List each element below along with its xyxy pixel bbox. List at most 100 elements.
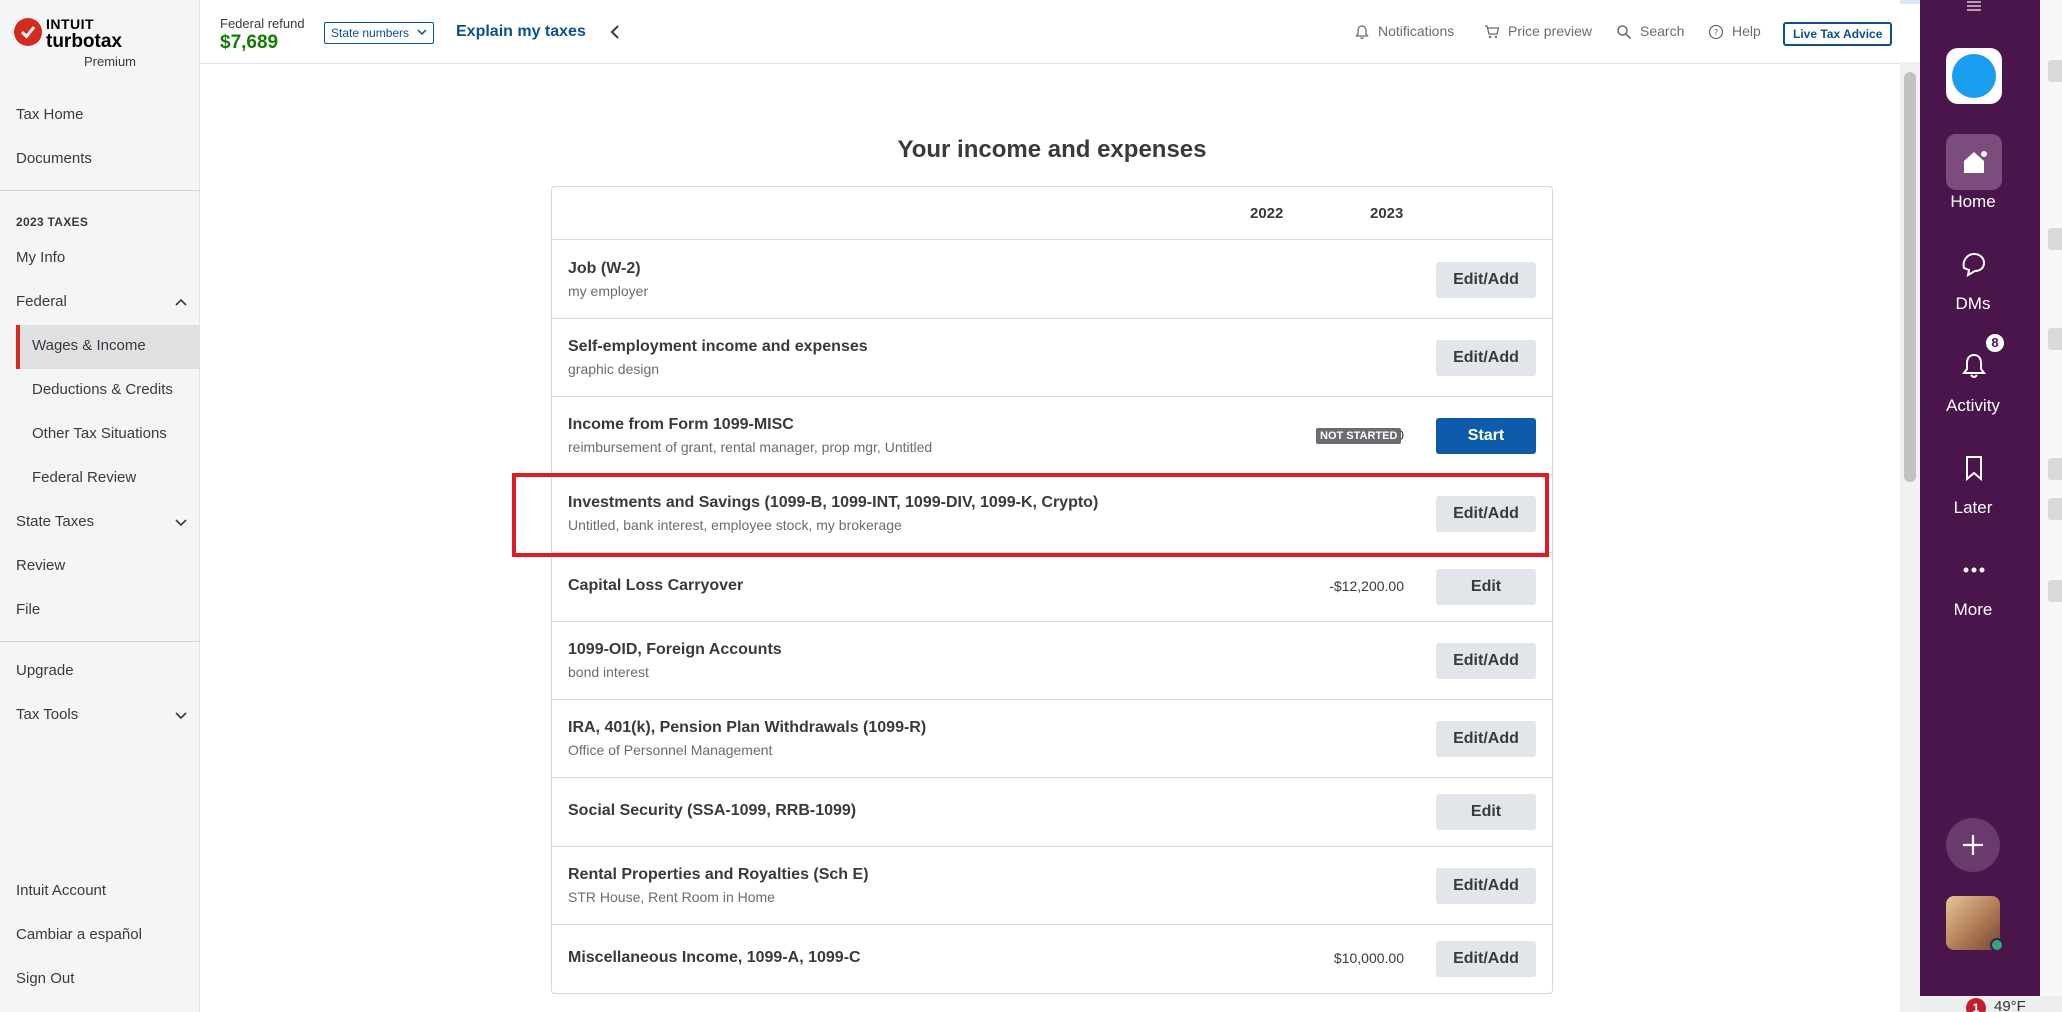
dms-label[interactable]: DMs (1932, 294, 2014, 314)
table-row-social-security: Social Security (SSA-1099, RRB-1099) $2,… (552, 778, 1552, 847)
chevron-down-icon (417, 29, 427, 36)
nav-documents[interactable]: Documents (16, 150, 92, 167)
more-label[interactable]: More (1932, 600, 2014, 620)
logo-intuit-text: INTUIT (46, 16, 95, 32)
nav-divider (0, 641, 200, 642)
explain-my-taxes-link[interactable]: Explain my taxes (456, 23, 586, 41)
table-row-1099-oid: 1099-OID, Foreign Accounts bond interest… (552, 622, 1552, 700)
table-row-1099-r: IRA, 401(k), Pension Plan Withdrawals (1… (552, 700, 1552, 778)
nav-cambiar-espanol[interactable]: Cambiar a español (16, 926, 142, 943)
help-link[interactable]: Help (1732, 23, 1761, 39)
row-title: Capital Loss Carryover (568, 577, 744, 594)
federal-refund-value: $7,689 (220, 32, 279, 53)
row-subtitle: reimbursement of grant, rental manager, … (568, 439, 933, 455)
panel-peek (2048, 60, 2062, 82)
cart-icon[interactable] (1484, 24, 1500, 40)
help-icon[interactable]: ? (1708, 24, 1724, 40)
nav-wages-income[interactable]: Wages & Income (32, 337, 146, 354)
table-row-rental-properties: Rental Properties and Royalties (Sch E) … (552, 847, 1552, 925)
row-subtitle: STR House, Rent Room in Home (568, 889, 775, 905)
weather-alert-badge[interactable]: 1 (1966, 998, 1986, 1012)
home-label[interactable]: Home (1932, 192, 2014, 212)
table-row-self-employment: Self-employment income and expenses grap… (552, 319, 1552, 397)
activity-label[interactable]: Activity (1932, 396, 2014, 416)
product-tier: Premium (84, 54, 137, 69)
row-title: 1099-OID, Foreign Accounts (568, 641, 782, 658)
nav-tax-tools[interactable]: Tax Tools (16, 706, 78, 723)
highlight-box (512, 473, 1549, 557)
table-row-capital-loss-carryover: Capital Loss Carryover -$12,200.00 -$8,8… (552, 553, 1552, 622)
table-header: 2022 2023 (552, 187, 1552, 240)
search-icon[interactable] (1616, 24, 1632, 40)
edit-button[interactable]: Edit (1436, 569, 1536, 605)
row-title: Job (W-2) (568, 260, 641, 277)
edit-add-button[interactable]: Edit/Add (1436, 941, 1536, 977)
chevron-down-icon[interactable] (174, 515, 188, 529)
scrollbar-thumb[interactable] (1904, 72, 1916, 482)
row-title: Self-employment income and expenses (568, 338, 868, 355)
later-label[interactable]: Later (1932, 498, 2014, 518)
online-status-indicator (1990, 938, 2004, 952)
panel-peek (2048, 580, 2062, 602)
live-tax-advice-button[interactable]: Live Tax Advice (1783, 22, 1893, 46)
row-subtitle: Office of Personnel Management (568, 742, 773, 758)
panel-peek (2048, 328, 2062, 350)
edit-add-button[interactable]: Edit/Add (1436, 721, 1536, 757)
edit-add-button[interactable]: Edit/Add (1436, 643, 1536, 679)
chevron-left-icon[interactable] (608, 24, 622, 40)
chevron-down-icon[interactable] (174, 708, 188, 722)
row-subtitle: bond interest (568, 664, 649, 680)
nav-upgrade[interactable]: Upgrade (16, 662, 74, 679)
search-link[interactable]: Search (1640, 23, 1684, 39)
nav-intuit-account[interactable]: Intuit Account (16, 882, 106, 899)
dms-icon[interactable] (1958, 248, 1990, 280)
checkmark-logo-icon (14, 18, 42, 46)
nav-state-taxes[interactable]: State Taxes (16, 513, 94, 530)
edit-add-button[interactable]: Edit/Add (1436, 262, 1536, 298)
nav-file[interactable]: File (16, 601, 40, 618)
state-numbers-label: State numbers (331, 26, 410, 40)
page-title: Your income and expenses (897, 136, 1207, 163)
value-2022: $10,000.00 (1333, 950, 1404, 966)
nav-section-header: 2023 TAXES (16, 215, 89, 229)
column-header-2023: 2023 (1370, 205, 1404, 222)
edit-add-button[interactable]: Edit/Add (1436, 340, 1536, 376)
edit-button[interactable]: Edit (1436, 794, 1536, 830)
activity-bell-icon[interactable] (1958, 350, 1990, 382)
nav-sign-out[interactable]: Sign Out (16, 970, 74, 987)
nav-other-tax-situations[interactable]: Other Tax Situations (32, 425, 167, 442)
row-title: Rental Properties and Royalties (Sch E) (568, 866, 869, 883)
plus-icon (1963, 835, 1983, 855)
value-2022: -$12,200.00 (1329, 578, 1404, 594)
turbotax-logo[interactable]: INTUIT turbotax Premium (14, 16, 194, 70)
activity-count-badge: 8 (1984, 332, 2006, 354)
more-icon[interactable] (1958, 554, 1990, 586)
bell-icon[interactable] (1354, 24, 1370, 40)
home-icon (1964, 149, 1989, 173)
table-row-job-w2: Job (W-2) my employer $120,000.00 Edit/A… (552, 241, 1552, 319)
nav-federal[interactable]: Federal (16, 293, 67, 310)
table-row-miscellaneous-income: Miscellaneous Income, 1099-A, 1099-C $10… (552, 925, 1552, 993)
nav-review[interactable]: Review (16, 557, 65, 574)
nav-tax-home[interactable]: Tax Home (16, 106, 84, 123)
system-taskbar (1920, 996, 2062, 1012)
nav-federal-review[interactable]: Federal Review (32, 469, 136, 486)
nav-my-info[interactable]: My Info (16, 249, 65, 266)
nav-deductions-credits[interactable]: Deductions & Credits (32, 381, 173, 398)
panel-peek (2048, 228, 2062, 250)
table-row-1099-misc: Income from Form 1099-MISC reimbursement… (552, 397, 1552, 475)
bookmark-icon[interactable] (1958, 452, 1990, 484)
menu-icon[interactable] (1966, 0, 1982, 12)
row-title: IRA, 401(k), Pension Plan Withdrawals (1… (568, 719, 927, 736)
price-preview-link[interactable]: Price preview (1508, 23, 1592, 39)
panel-peek (2048, 498, 2062, 520)
row-title: Social Security (SSA-1099, RRB-1099) (568, 802, 857, 819)
chevron-up-icon[interactable] (174, 295, 188, 309)
not-started-badge: NOT STARTED (1316, 428, 1402, 444)
weather-temperature[interactable]: 49°F (1994, 998, 2026, 1012)
notifications-link[interactable]: Notifications (1378, 23, 1454, 39)
row-subtitle: graphic design (568, 361, 660, 377)
state-numbers-dropdown[interactable]: State numbers (324, 22, 435, 44)
start-button[interactable]: Start (1436, 418, 1536, 454)
edit-add-button[interactable]: Edit/Add (1436, 868, 1536, 904)
